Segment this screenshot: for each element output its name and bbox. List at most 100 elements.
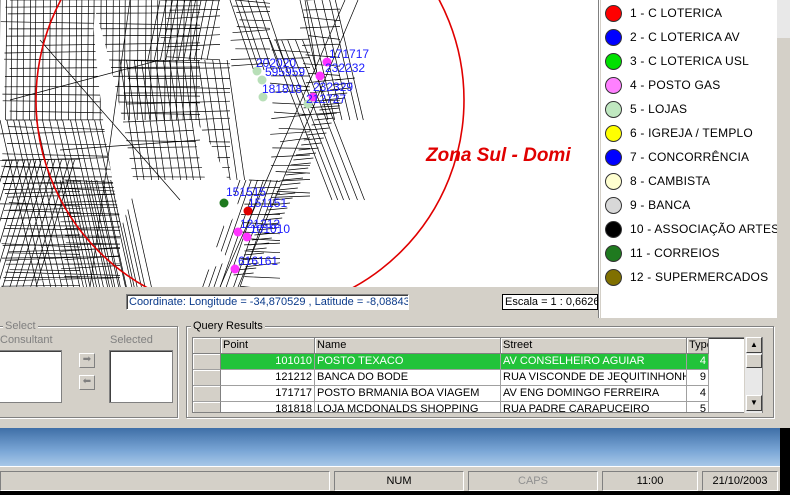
remove-arrow-icon[interactable]: ⬅ [79,375,95,390]
status-caps: CAPS [468,471,598,491]
legend-panel: 1 - C LOTERICA 2 - C LOTERICA AV 3 - C LOT… [601,0,777,318]
legend-label: 8 - CAMBISTA [630,174,711,188]
panel-splitter[interactable] [598,0,600,318]
legend-color-dot [605,268,622,286]
grid-corner [193,338,221,354]
col-name-header[interactable]: Name [315,338,501,354]
legend-label: 10 - ASSOCIAÇÃO ARTESANAL [630,222,777,236]
legend-item: 8 - CAMBISTA [605,171,710,191]
zone-label: Zona Sul - Domi [425,145,571,166]
street-network [0,0,450,287]
add-arrow-icon[interactable]: ➡ [79,353,95,368]
coordinate-value: Longitude = -34,870529 , Latitude = -8,0… [188,296,409,308]
cell-name[interactable]: BANCA DO BODE [315,370,501,386]
cell-type[interactable]: 4 [687,386,709,402]
legend-item: 5 - LOJAS [605,99,687,119]
legend-item: 10 - ASSOCIAÇÃO ARTESANAL [605,219,777,239]
legend-color-dot [605,172,622,190]
cell-street[interactable]: AV CONSELHEIRO AGUIAR [501,354,687,370]
cell-type[interactable]: 4 [687,354,709,370]
legend-color-dot [605,196,622,214]
selected-label: Selected [110,334,153,346]
results-grid[interactable]: Point Name Street Type 101010POSTO TEXAC… [192,337,763,413]
legend-label: 3 - C LOTERICA USL [630,54,749,68]
map-canvas[interactable]: 202020595959171717232232181818 2323292127… [0,0,598,287]
legend-item: 1 - C LOTERICA [605,3,722,23]
cell-point[interactable]: 171717 [221,386,315,402]
cell-point[interactable]: 101010 [221,354,315,370]
col-type-header[interactable]: Type [687,338,709,354]
cell-point[interactable]: 121212 [221,370,315,386]
query-results-title: Query Results [191,320,265,332]
results-scrollbar[interactable]: ▲ ▼ [744,337,762,413]
table-row[interactable]: 181818 LOJA MCDONALDS SHOPPING RUA PADRE C… [193,402,762,412]
legend-color-dot [605,100,622,118]
legend-color-dot [605,124,622,142]
legend-item: 6 - IGREJA / TEMPLO [605,123,753,143]
legend-item: 4 - POSTO GAS [605,75,720,95]
table-row[interactable]: 121212 BANCA DO BODE RUA VISCONDE DE JEQUI… [193,370,762,386]
row-selector[interactable] [193,386,221,402]
map-point-label: 171717 [329,47,369,61]
selected-list[interactable] [109,350,173,403]
cell-point[interactable]: 181818 [221,402,315,412]
legend-margin [777,0,790,318]
col-street-header[interactable]: Street [501,338,687,354]
cell-street[interactable]: AV ENG DOMINGO FERREIRA [501,386,687,402]
table-row[interactable]: 101010 POSTO TEXACO AV CONSELHEIRO AGUIAR 4 [193,354,762,370]
map-point-label: 616161 [238,254,278,268]
map-point-label: 595959 [265,65,305,79]
cell-name[interactable]: LOJA MCDONALDS SHOPPING [315,402,501,412]
cell-type[interactable]: 9 [687,370,709,386]
consultant-label: Consultant [0,334,53,346]
legend-item: 11 - CORREIOS [605,243,720,263]
scale-readout: Escala = 1 : 0,66262 [502,294,598,310]
coordinate-label: Coordinate: [129,296,186,308]
map-point-label: 151151 [248,196,287,210]
row-selector[interactable] [193,402,221,412]
legend-label: 6 - IGREJA / TEMPLO [630,126,753,140]
consultant-list[interactable] [0,350,62,403]
legend-label: 11 - CORREIOS [630,246,720,260]
map-view[interactable]: 202020 595959 171717 232232 181818 232329 2127… [0,0,598,287]
cell-name[interactable]: POSTO BRMANIA BOA VIAGEM [315,386,501,402]
legend-header-strip [777,0,790,38]
map-point-label: 181818 [262,82,302,96]
legend-color-dot [605,148,622,166]
open-area [193,120,240,228]
cell-type[interactable]: 5 [687,402,709,412]
screen-bottom-edge [0,491,790,495]
legend-item: 3 - C LOTERICA USL [605,51,749,71]
legend-color-dot [605,28,622,46]
map-point-marker[interactable] [219,198,229,208]
scroll-down-icon[interactable]: ▼ [746,395,762,411]
legend-item: 7 - CONCORRÊNCIA [605,147,749,167]
legend-color-dot [605,244,622,262]
row-selector[interactable] [193,370,221,386]
legend-item: 2 - C LOTERICA AV [605,27,740,47]
legend-color-dot [605,4,622,22]
legend-color-dot [605,220,622,238]
grid-header: Point Name Street Type [193,338,762,354]
legend-item: 9 - BANCA [605,195,690,215]
legend-label: 5 - LOJAS [630,102,688,116]
cell-street[interactable]: RUA VISCONDE DE JEQUITINHONHA [501,370,687,386]
select-group-title: Select [3,320,38,332]
scroll-up-icon[interactable]: ▲ [746,337,762,353]
coordinate-readout: Coordinate: Longitude = -34,870529 , Lat… [126,294,409,310]
table-row[interactable]: 171717 POSTO BRMANIA BOA VIAGEM AV ENG DOM… [193,386,762,402]
legend-label: 4 - POSTO GAS [630,78,721,92]
map-point-label: 232232 [325,61,365,75]
status-date: 21/10/2003 [702,471,778,491]
legend-label: 7 - CONCORRÊNCIA [630,150,750,164]
cell-street[interactable]: RUA PADRE CARAPUCEIRO [501,402,687,412]
street-line [119,59,245,181]
col-point-header[interactable]: Point [221,338,315,354]
scroll-thumb[interactable] [746,354,762,368]
status-message [0,471,330,491]
cell-name[interactable]: POSTO TEXACO [315,354,501,370]
legend-label: 12 - SUPERMERCADOS [630,270,769,284]
status-time: 11:00 [602,471,698,491]
screen-edge [780,428,790,495]
row-selector[interactable] [193,354,221,370]
